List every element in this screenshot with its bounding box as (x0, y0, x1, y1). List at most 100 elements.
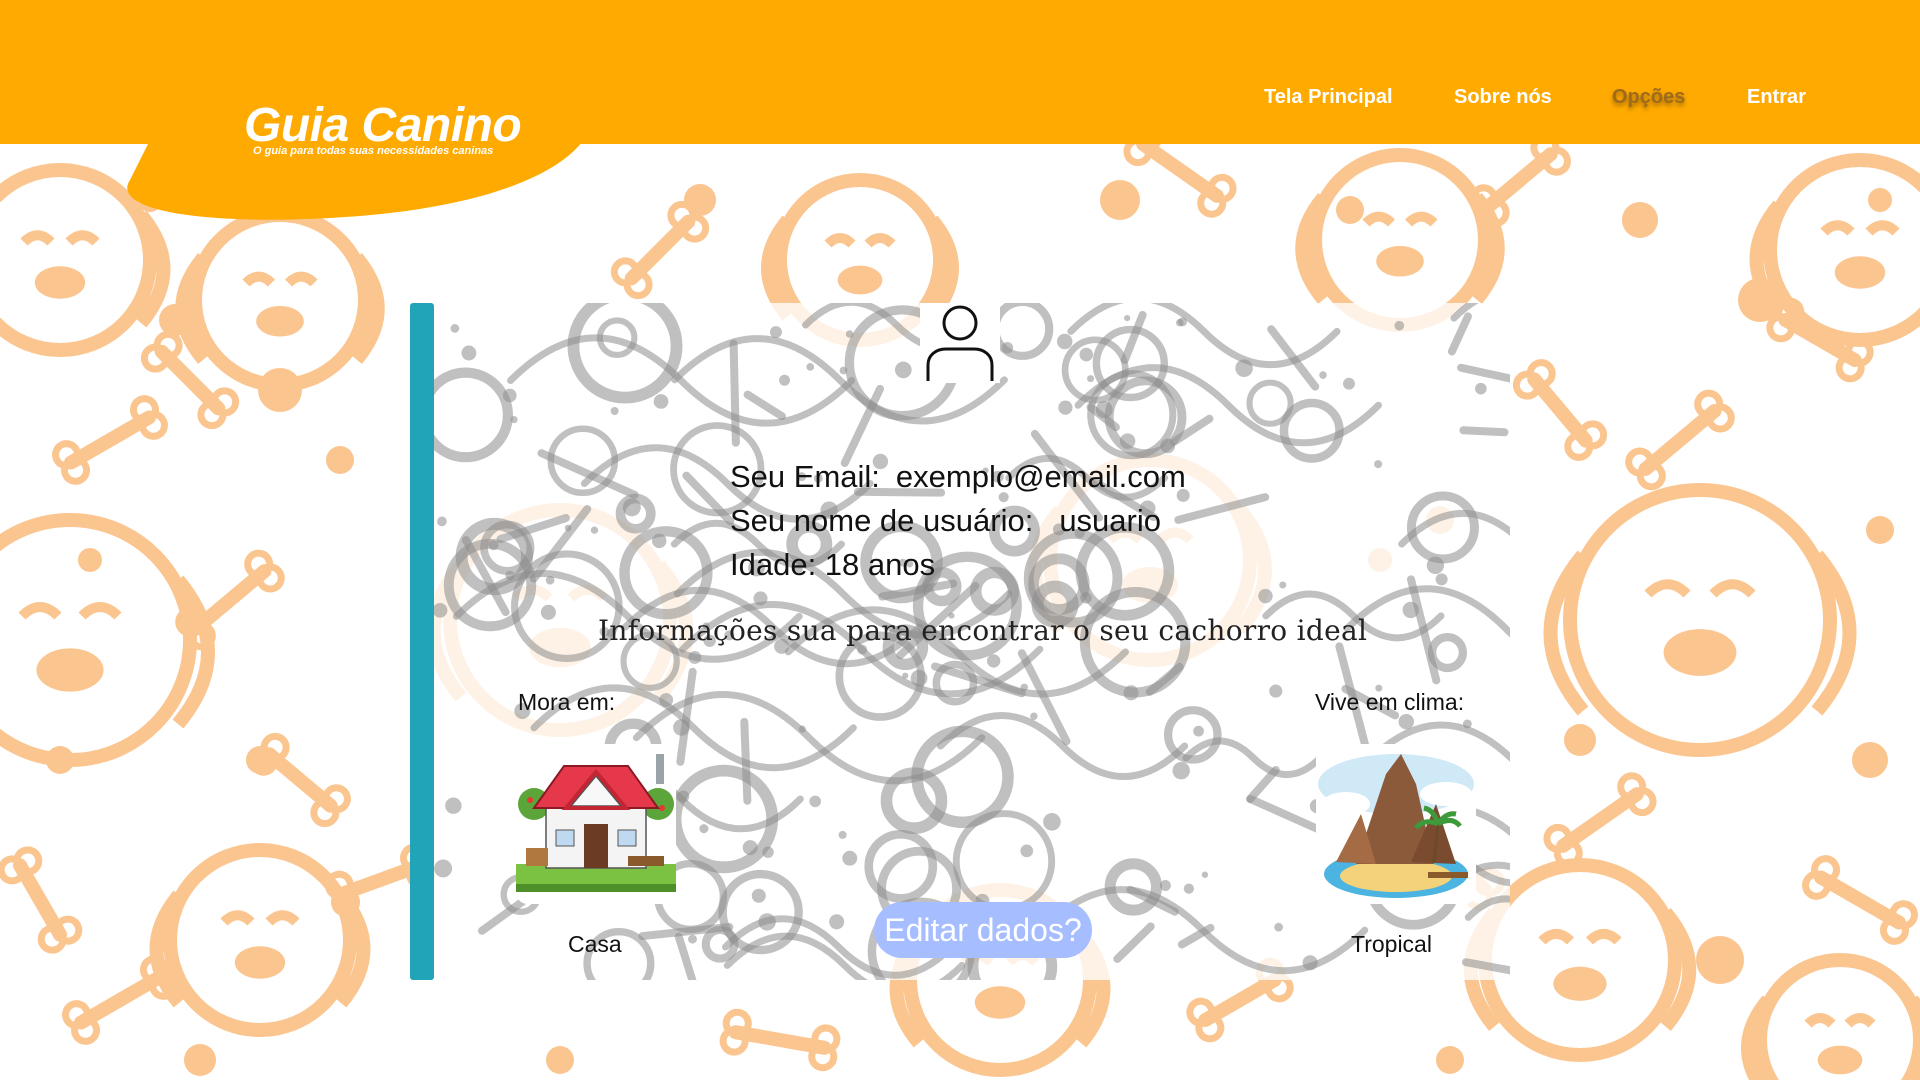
card-doodle (986, 654, 1001, 668)
pattern-dot (1866, 516, 1894, 544)
card-doodle (952, 810, 1056, 913)
card-doodle (1120, 310, 1147, 364)
card-doodle (1459, 426, 1509, 437)
card-doodle (445, 797, 462, 814)
card-doodle (1079, 347, 1094, 362)
card-doodle (1279, 581, 1287, 589)
card-doodle (1319, 371, 1327, 379)
bone-shape (719, 1008, 841, 1072)
card-doodle (1043, 813, 1061, 831)
dog-outline (175, 208, 385, 392)
card-doodle (762, 846, 774, 858)
house-icon (516, 744, 676, 904)
username-label: Seu nome de usuário: (730, 503, 1034, 538)
bone-shape (1543, 772, 1657, 868)
bone-shape (249, 732, 351, 828)
card-doodle (669, 764, 779, 874)
nav-sobre-nos[interactable]: Sobre nós (1454, 86, 1552, 109)
card-doodle (1374, 460, 1383, 469)
bone-shape (0, 846, 83, 954)
pattern-dot (326, 446, 354, 474)
avatar (920, 303, 1000, 383)
card-doodle (1058, 400, 1073, 415)
card-doodle (1175, 318, 1184, 327)
username-line: Seu nome de usuário: usuario (730, 503, 1161, 539)
card-doodle (1426, 556, 1445, 574)
card-doodle (1087, 375, 1095, 383)
card-doodle (839, 366, 848, 375)
username-value: usuario (1059, 503, 1161, 538)
pattern-dot (258, 368, 302, 412)
climate-value: Tropical (1351, 931, 1432, 957)
card-doodle (743, 390, 786, 421)
age-line: Idade: 18 anos (730, 547, 936, 582)
tropical-illustration[interactable] (1316, 744, 1476, 904)
housing-label: Mora em: (518, 689, 616, 715)
card-doodle (461, 345, 477, 361)
card-doodle (434, 859, 453, 878)
card-doodle (1159, 880, 1171, 892)
card-doodle (510, 416, 518, 424)
card-doodle (1258, 588, 1273, 604)
bone-shape (1766, 297, 1874, 383)
card-doodle (1193, 725, 1204, 737)
pattern-dot (546, 1046, 574, 1074)
card-doodle (1124, 314, 1131, 322)
card-doodle (729, 339, 740, 447)
card-doodle (1020, 844, 1034, 858)
card-doodle (619, 526, 713, 620)
email-label: Seu Email: (730, 459, 880, 494)
bone-shape (1802, 855, 1918, 945)
card-doodle (1056, 333, 1073, 350)
pattern-dot (78, 548, 102, 572)
card-doodle (1172, 761, 1190, 780)
pattern-dot (184, 1044, 216, 1076)
bone-shape (52, 395, 168, 485)
pattern-dot (1738, 278, 1782, 322)
preferences-heading: Informações sua para encontrar o seu cac… (598, 614, 1368, 647)
pattern-dot (46, 746, 74, 774)
card-doodle (894, 361, 912, 379)
card-doodle (838, 830, 847, 839)
card-doodle (488, 540, 499, 551)
card-doodle (845, 330, 854, 338)
nav-entrar[interactable]: Entrar (1747, 86, 1806, 109)
card-doodle (1119, 433, 1136, 449)
card-doodle (1080, 592, 1092, 604)
card-doodle (540, 604, 556, 620)
card-doodle (502, 388, 517, 403)
island-icon (1316, 744, 1476, 904)
card-accent-bar (410, 303, 434, 980)
bone-shape (1625, 389, 1735, 491)
nav-tela-principal[interactable]: Tela Principal (1264, 86, 1393, 109)
card-doodle (622, 498, 641, 517)
edit-data-button[interactable]: Editar dados? (874, 902, 1092, 958)
card-doodle (1201, 871, 1209, 878)
card-doodle (742, 840, 758, 856)
card-doodle (610, 406, 619, 415)
card-doodle (590, 526, 599, 534)
card-doodle (1427, 632, 1468, 673)
card-doodle (652, 533, 667, 549)
card-doodle (1174, 493, 1270, 524)
card-doodle (1435, 573, 1448, 586)
house-illustration[interactable] (516, 744, 676, 904)
pattern-dot (1564, 724, 1596, 756)
card-doodle (1123, 685, 1139, 701)
card-doodle (1394, 320, 1405, 331)
card-doodle (1001, 341, 1014, 354)
pattern-dot (1436, 1046, 1464, 1074)
pattern-dot (159, 304, 191, 336)
email-line: Seu Email: exemplo@email.com (730, 459, 1186, 495)
card-doodle (1183, 883, 1195, 894)
card-doodle (1343, 377, 1355, 390)
pattern-dot (246, 746, 274, 774)
card-doodle (450, 324, 460, 333)
card-doodle (418, 367, 513, 463)
card-doodle (829, 914, 845, 930)
card-doodle (1269, 684, 1283, 698)
card-doodle (432, 603, 448, 618)
nav-opcoes[interactable]: Opções (1612, 86, 1685, 109)
pattern-dot (1852, 742, 1888, 778)
card-doodle (809, 795, 821, 808)
